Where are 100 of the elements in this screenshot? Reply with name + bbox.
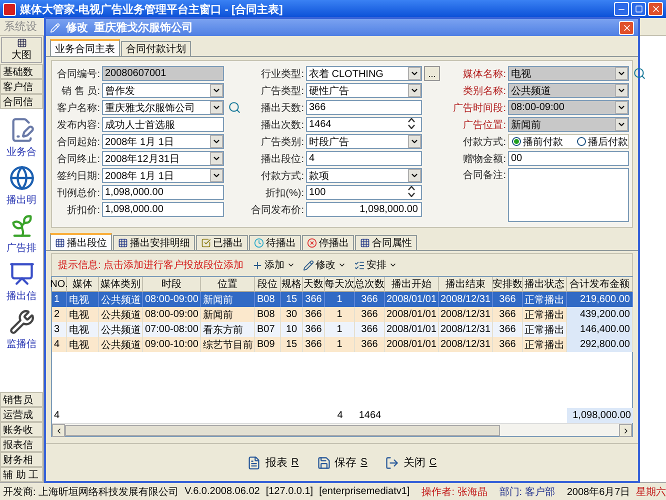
tab[interactable]: 已播出 (196, 235, 248, 250)
table-cell: 366 (493, 337, 523, 352)
column-header[interactable]: 时段 (143, 277, 201, 292)
dropdown-field[interactable]: 硬性广告 (306, 83, 422, 98)
column-header[interactable]: 位置 (201, 277, 255, 292)
close-button[interactable] (619, 20, 634, 34)
table-cell: 公共频道 (99, 292, 143, 307)
column-header[interactable]: 播出开始 (385, 277, 439, 292)
sidebar-item[interactable]: 运营成 (0, 407, 43, 422)
search-icon[interactable] (228, 101, 240, 114)
dropdown-field[interactable]: 公共频道 (508, 83, 629, 98)
input-field[interactable]: 4 (306, 151, 422, 166)
tab[interactable]: 合同付款计划 (121, 41, 191, 56)
column-header[interactable]: 天数 (303, 277, 325, 292)
sidebar-label[interactable]: 业务合 (6, 145, 36, 159)
tab[interactable]: 播出段位 (50, 233, 112, 250)
report-button[interactable]: 报表 R (245, 453, 301, 472)
tab[interactable]: 待播出 (249, 235, 301, 250)
table-row[interactable]: 2 电视 公共频道 08:00-09:00 新闻前 B08 30 366 1 366 2008/01/01 2008/12/31 366 正常播出 439,200.00 (52, 307, 632, 322)
column-header[interactable]: 段位 (255, 277, 281, 292)
spin-field[interactable]: 1464 (306, 117, 422, 132)
action-button[interactable]: 修改 (302, 258, 346, 272)
field-label: 合同编号: (56, 68, 100, 80)
input-field[interactable]: 1,098,000.00 (102, 202, 224, 217)
sidebar-item[interactable]: 客户信 (0, 79, 43, 94)
column-header[interactable]: 合计发布金额 (567, 277, 633, 292)
tab[interactable]: 合同属性 (355, 235, 417, 250)
action-button[interactable]: 安排 (354, 258, 397, 272)
column-header[interactable]: 播出结束 (439, 277, 493, 292)
grid-icon (16, 38, 26, 48)
column-header[interactable]: 安排数 (493, 277, 523, 292)
radio-button[interactable]: 播前付款 (512, 134, 563, 148)
sidebar-item[interactable]: 报表信 (0, 437, 43, 452)
sidebar-item[interactable]: 辅 助 工 (0, 467, 43, 482)
sidebar-label[interactable]: 播出信 (6, 289, 36, 303)
horizontal-scrollbar[interactable] (52, 423, 632, 436)
search-icon[interactable] (632, 67, 646, 80)
sidebar-item[interactable]: 合同信 (0, 94, 43, 109)
sidebar-label[interactable]: 广告排 (6, 241, 36, 255)
dropdown-field[interactable]: 重庆雅戈尔服饰公司 (102, 100, 224, 115)
close-button[interactable] (648, 2, 663, 16)
column-header[interactable]: 总次数 (355, 277, 385, 292)
table-cell: 新闻前 (201, 307, 255, 322)
tab[interactable]: 业务合同主表 (50, 39, 120, 56)
checklist-icon (354, 260, 365, 270)
dropdown-field[interactable]: 电视 (508, 66, 629, 81)
sidebar-item[interactable]: 销售员 (0, 392, 43, 407)
memo-field[interactable] (508, 168, 629, 222)
tab[interactable]: 播出安排明细 (113, 235, 195, 250)
presentation-icon[interactable] (8, 261, 34, 287)
dropdown-field[interactable]: 衣着 CLOTHING (306, 66, 422, 81)
dropdown-field[interactable]: 2008年 1月 1日 (102, 168, 224, 183)
column-header[interactable]: 媒体 (67, 277, 99, 292)
sidebar-item[interactable]: 基础数 (0, 64, 43, 79)
table-cell: 366 (493, 307, 523, 322)
dropdown-field[interactable]: 款项 (306, 168, 422, 183)
app-icon (3, 2, 16, 16)
action-button[interactable]: 添加 (252, 258, 295, 272)
wrench-icon[interactable] (8, 309, 34, 335)
dropdown-field[interactable]: 08:00-09:00 (508, 100, 629, 115)
column-header[interactable]: 媒体类别 (99, 277, 143, 292)
close-button[interactable]: 关闭 C (383, 453, 439, 472)
table-cell: B07 (255, 322, 281, 337)
dropdown-field[interactable]: 时段广告 (306, 134, 422, 149)
table-cell: 正常播出 (523, 292, 567, 307)
input-field[interactable]: 1,098,000.00 (306, 202, 422, 217)
input-field[interactable]: 366 (306, 100, 422, 115)
field-label: 广告类型: (260, 84, 304, 98)
toolbar-button[interactable]: 大图 (1, 37, 42, 63)
input-field[interactable]: 00 (508, 151, 629, 166)
sidebar-item[interactable]: 财务相 (0, 452, 43, 467)
save-button[interactable]: 保存 S (314, 453, 370, 472)
spin-field[interactable]: 100 (306, 185, 422, 200)
input-field[interactable]: 20080607001 (102, 66, 224, 81)
column-header[interactable]: 每天次 (325, 277, 355, 292)
dropdown-field[interactable]: 2008年12月31日 (102, 151, 224, 166)
browse-button[interactable]: ... (424, 66, 440, 81)
column-header[interactable]: NO. (52, 277, 67, 292)
minimize-button[interactable] (614, 2, 629, 16)
field-label: 播出段位: (260, 152, 304, 166)
table-cell: B08 (255, 307, 281, 322)
restore-button[interactable] (631, 2, 646, 16)
dropdown-field[interactable]: 曾作发 (102, 83, 224, 98)
sidebar-label[interactable]: 播出明 (6, 193, 36, 207)
input-field[interactable]: 成功人士首选服 (102, 117, 224, 132)
globe-icon[interactable] (8, 165, 34, 191)
table-row[interactable]: 1 电视 公共频道 08:00-09:00 新闻前 B08 15 366 1 366 2008/01/01 2008/12/31 366 正常播出 219,600.00 (52, 292, 632, 307)
tab[interactable]: 停播出 (302, 235, 354, 250)
column-header[interactable]: 规格 (281, 277, 303, 292)
clock-icon (254, 238, 264, 248)
dropdown-field[interactable]: 2008年 1月 1日 (102, 134, 224, 149)
table-row[interactable]: 3 电视 公共频道 07:00-08:00 看东方前 B07 10 366 1 366 2008/01/01 2008/12/31 366 正常播出 146,400.00 (52, 322, 632, 337)
column-header[interactable]: 播出状态 (523, 277, 567, 292)
sidebar-label[interactable]: 监播信 (6, 337, 36, 351)
input-field[interactable]: 1,098,000.00 (102, 185, 224, 200)
sidebar-item[interactable]: 账务收 (0, 422, 43, 437)
radio-button[interactable]: 播后付款 (577, 134, 628, 148)
pencil-icon (50, 22, 60, 32)
table-row[interactable]: 4 电视 公共频道 09:00-10:00 综艺节目前 B09 15 366 1 366 2008/01/01 2008/12/31 366 正常播出 292,800.00 (52, 337, 632, 352)
dropdown-field[interactable]: 新闻前 (508, 117, 629, 132)
